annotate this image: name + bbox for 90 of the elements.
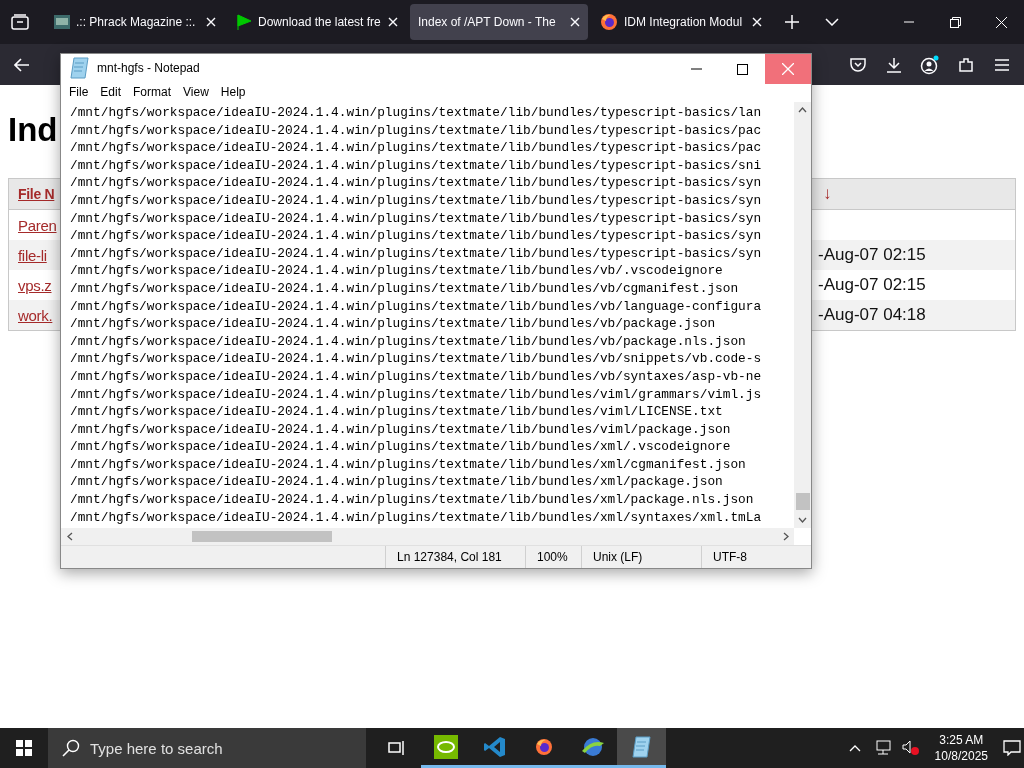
site-icon [54,15,70,29]
scroll-left-icon[interactable] [66,532,73,541]
text-line: /mnt/hgfs/workspace/ideaIU-2024.1.4.win/plugins/textmate/lib/bundles/vb/package.nls.json [70,332,747,351]
browser-tab[interactable]: Download the latest fre [228,4,406,40]
close-icon[interactable] [995,16,1007,28]
pocket-icon[interactable] [850,57,866,72]
file-link[interactable]: file-li [9,246,61,264]
account-icon[interactable] [920,54,940,75]
text-line: /mnt/hgfs/workspace/ideaIU-2024.1.4.win/plugins/textmate/lib/bundles/xml/package.nls.json [70,491,755,509]
modified-date: -Aug-07 02:15 [817,275,927,295]
status-text: Unix (LF) [593,550,643,564]
chevron-up-icon[interactable] [848,744,861,752]
modified-date: -Aug-07 02:15 [817,245,927,265]
scroll-thumb[interactable] [795,493,810,510]
task-view-icon[interactable] [387,740,406,756]
download-icon[interactable] [886,56,902,73]
firefox-icon [600,13,618,31]
close-icon[interactable] [206,17,216,27]
text-line: /mnt/hgfs/workspace/ideaIU-2024.1.4.win/plugins/textmate/lib/bundles/viml/LICENSE.txt [70,403,724,421]
menu-icon[interactable] [994,58,1010,71]
text-line: /mnt/hgfs/workspace/ideaIU-2024.1.4.win/plugins/textmate/lib/bundles/xml/cgmanifest.json [70,455,747,474]
scroll-down-icon[interactable] [798,517,807,523]
file-link[interactable]: work. [9,306,61,324]
status-text: Ln 127384, Col 181 [397,550,502,564]
search-icon [62,739,80,757]
search-field[interactable]: Type here to search [48,728,366,768]
close-icon[interactable] [752,17,762,27]
text-line: /mnt/hgfs/workspace/ideaIU-2024.1.4.win/plugins/textmate/lib/bundles/typescript-basics/syn [70,227,763,245]
close-icon[interactable] [388,17,398,27]
extensions-icon[interactable] [958,56,974,73]
status-text: UTF-8 [713,550,747,564]
scroll-up-icon[interactable] [798,107,807,113]
menu-item[interactable]: Help [214,85,252,99]
text-line: /mnt/hgfs/workspace/ideaIU-2024.1.4.win/plugins/textmate/lib/bundles/vb/cgmanifest.json [70,279,740,298]
minimize-icon[interactable] [690,68,702,70]
text-line: /mnt/hgfs/workspace/ideaIU-2024.1.4.win/plugins/textmate/lib/bundles/typescript-basics/pac [70,139,763,157]
restore-icon[interactable] [949,16,961,28]
text-line: /mnt/hgfs/workspace/ideaIU-2024.1.4.win/plugins/textmate/lib/bundles/xml/syntaxes/xml.tmLa [70,508,763,527]
window-title: mnt-hgfs - Notepad [97,61,200,75]
plus-icon[interactable] [785,15,799,29]
text-line: /mnt/hgfs/workspace/ideaIU-2024.1.4.win/plugins/textmate/lib/bundles/vb/syntaxes/asp-vb-ne [70,367,763,386]
menu-item[interactable]: File [63,85,95,99]
text-line: /mnt/hgfs/workspace/ideaIU-2024.1.4.win/plugins/textmate/lib/bundles/vb/package.json [70,315,717,333]
volume-muted-icon[interactable] [901,740,920,756]
scroll-thumb[interactable] [192,531,332,542]
notepad-icon[interactable] [630,734,653,759]
tab-list-icon[interactable] [11,14,29,30]
text-line: /mnt/hgfs/workspace/ideaIU-2024.1.4.win/plugins/textmate/lib/bundles/typescript-basics/syn [70,191,763,210]
notepad-icon[interactable] [69,56,91,80]
browser-tab[interactable]: Index of /APT Down - The [410,4,588,40]
scroll-right-icon[interactable] [782,532,789,541]
clock-date[interactable]: 10/8/2025 [934,748,988,764]
browser-tab[interactable]: IDM Integration Modul [592,4,770,40]
clock-time[interactable]: 3:25 AM [939,732,984,748]
menu-item[interactable]: Edit [94,85,128,99]
text-line: /mnt/hgfs/workspace/ideaIU-2024.1.4.win/plugins/textmate/lib/bundles/viml/package.json [70,420,732,439]
maximize-icon[interactable] [736,63,748,75]
back-arrow-icon[interactable] [14,57,30,72]
close-icon[interactable] [570,17,580,27]
file-link[interactable]: Paren [9,216,61,234]
text-line: /mnt/hgfs/workspace/ideaIU-2024.1.4.win/plugins/textmate/lib/bundles/vb/snippets/vb.code-s [70,350,763,368]
flag-icon [236,14,252,30]
firefox-icon [534,737,553,756]
status-text: 100% [537,550,568,564]
menu-item[interactable]: View [177,85,215,99]
horizontal-scrollbar[interactable] [61,528,794,545]
browser-tab[interactable]: .:: Phrack Magazine ::. [46,4,224,40]
text-line: /mnt/hgfs/workspace/ideaIU-2024.1.4.win/plugins/textmate/lib/bundles/typescript-basics/syn [70,174,763,192]
menu-item[interactable]: Format [127,85,178,99]
vertical-scrollbar[interactable] [794,102,811,528]
modified-date: -Aug-07 04:18 [817,305,927,325]
file-link[interactable]: vps.z [9,276,61,294]
text-line: /mnt/hgfs/workspace/ideaIU-2024.1.4.win/plugins/textmate/lib/bundles/xml/.vscodeignore [70,438,732,456]
text-line: /mnt/hgfs/workspace/ideaIU-2024.1.4.win/plugins/textmate/lib/bundles/vb/.vscodeignore [70,262,724,280]
notification-icon[interactable] [1003,740,1021,756]
text-line: /mnt/hgfs/workspace/ideaIU-2024.1.4.win/plugins/textmate/lib/bundles/typescript-basics/syn [70,244,763,263]
page-heading: Ind [8,111,58,149]
sort-arrow[interactable]: ↓ [815,184,1015,204]
chevron-down-icon[interactable] [825,18,839,26]
text-line: /mnt/hgfs/workspace/ideaIU-2024.1.4.win/plugins/textmate/lib/bundles/typescript-basics/sni [70,156,763,175]
network-icon[interactable] [873,740,892,756]
code-editor-icon[interactable] [482,734,507,759]
text-line: /mnt/hgfs/workspace/ideaIU-2024.1.4.win/plugins/textmate/lib/bundles/xml/package.json [70,473,724,492]
column-header[interactable]: File N [9,186,61,202]
text-line: /mnt/hgfs/workspace/ideaIU-2024.1.4.win/plugins/textmate/lib/bundles/viml/grammars/viml.js [70,385,763,404]
windows-icon[interactable] [16,740,32,756]
text-line: /mnt/hgfs/workspace/ideaIU-2024.1.4.win/plugins/textmate/lib/bundles/typescript-basics/pac [70,121,763,140]
text-line: /mnt/hgfs/workspace/ideaIU-2024.1.4.win/plugins/textmate/lib/bundles/typescript-basics/lan [70,104,763,122]
text-line: /mnt/hgfs/workspace/ideaIU-2024.1.4.win/plugins/textmate/lib/bundles/vb/language-configura [70,297,763,316]
text-line: /mnt/hgfs/workspace/ideaIU-2024.1.4.win/plugins/textmate/lib/bundles/typescript-basics/syn [70,209,763,228]
